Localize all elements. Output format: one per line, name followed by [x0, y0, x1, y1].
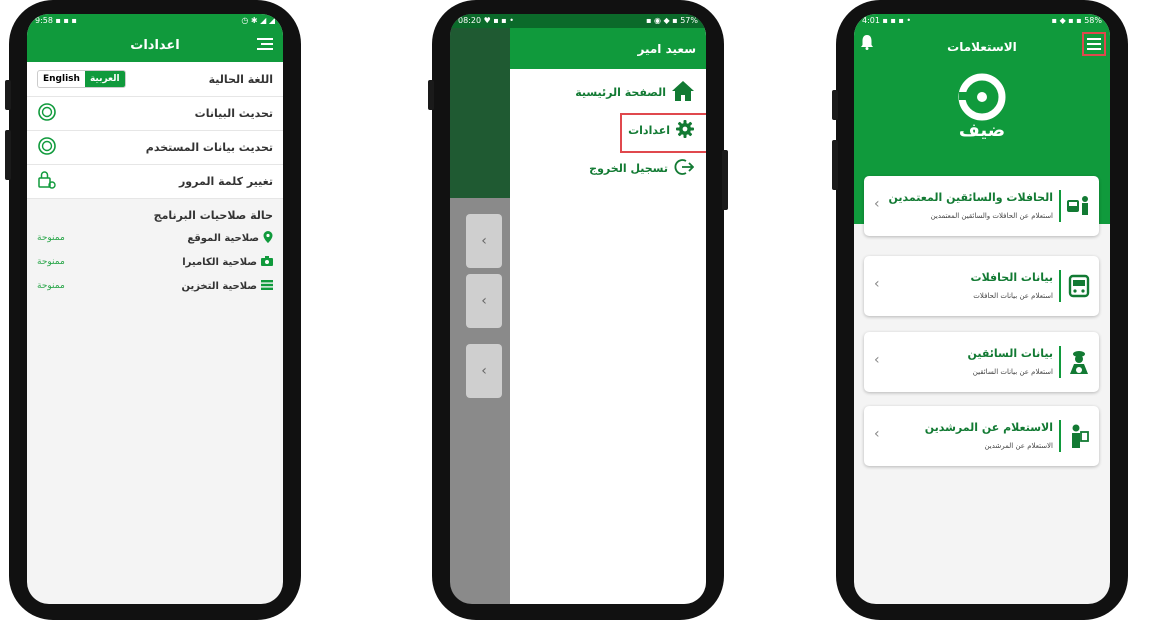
- sync-icon: [37, 102, 57, 125]
- bus-driver-icon: [1067, 192, 1091, 220]
- logo-text: ضيف: [958, 120, 1006, 141]
- background-card: ‹: [466, 344, 502, 398]
- settings-row-label: تحديث البيانات: [194, 107, 273, 120]
- status-bar: 9:58 ▪ ▪ ▪ ◷ ✱ ◢ ◢: [27, 14, 283, 28]
- card-subtitle: استعلام عن بيانات الحافلات: [973, 292, 1053, 300]
- nav-drawer: سعيد امير الصفحة الرئيسية اعدادات تسجيل …: [510, 28, 706, 604]
- drawer-item-label: تسجيل الخروج: [589, 161, 668, 175]
- settings-row-change-password[interactable]: تغيير كلمة المرور: [27, 165, 283, 199]
- app-logo: ضيف: [854, 72, 1110, 141]
- user-name: سعيد امير: [637, 41, 697, 56]
- settings-row-sync-user[interactable]: تحديث بيانات المستخدم: [27, 131, 283, 165]
- card-title: بيانات الحافلات: [970, 271, 1053, 284]
- location-pin-icon: [263, 230, 273, 246]
- chevron-left-icon: ‹: [874, 426, 880, 442]
- language-toggle[interactable]: English العربية: [37, 70, 126, 88]
- card-title: بيانات السائقين: [967, 347, 1053, 360]
- permission-label: صلاحية الموقع: [187, 232, 259, 244]
- drawer-screen: 08:20 ♥ ▪ ▪ • ▪ ◉ ◆ ▪ 57% ‹ ‹ ‹ سعيد امي…: [450, 14, 706, 604]
- background-card: ‹: [466, 274, 502, 328]
- phone-settings: 9:58 ▪ ▪ ▪ ◷ ✱ ◢ ◢ اعدادات English العرب…: [5, 0, 301, 620]
- phone-inquiries: 4:01 ▪ ▪ ▪ • ▪ ◆ ▪ ▪ 58% الاستعلامات ضيف…: [832, 0, 1128, 620]
- lock-refresh-icon: [37, 170, 57, 193]
- card-title: الحافلات والسائقين المعتمدين: [888, 191, 1053, 204]
- card-subtitle: الاستعلام عن المرشدين: [984, 442, 1053, 450]
- settings-header: 9:58 ▪ ▪ ▪ ◷ ✱ ◢ ◢ اعدادات: [27, 14, 283, 62]
- card-subtitle: استعلام عن الحافلات والسائقين المعتمدين: [930, 212, 1053, 220]
- inquiry-card-approved[interactable]: الحافلات والسائقين المعتمدين استعلام عن …: [864, 176, 1099, 236]
- page-title: اعدادات: [130, 37, 180, 53]
- status-bar: 4:01 ▪ ▪ ▪ • ▪ ◆ ▪ ▪ 58%: [854, 14, 1110, 28]
- home-icon: [672, 80, 694, 104]
- current-language-label: اللغة الحالية: [208, 72, 273, 86]
- permission-status: ممنوحة: [37, 257, 65, 267]
- permission-status: ممنوحة: [37, 233, 65, 243]
- drawer-item-home[interactable]: الصفحة الرئيسية: [510, 73, 706, 111]
- menu-icon[interactable]: [257, 37, 273, 55]
- permission-row-storage: ممنوحة صلاحية التخزين: [27, 274, 283, 298]
- drawer-item-logout[interactable]: تسجيل الخروج: [510, 149, 706, 187]
- driver-icon: [1067, 348, 1091, 376]
- status-right: ▪ ◆ ▪ ▪ 58%: [1051, 16, 1102, 25]
- language-row: English العربية اللغة الحالية: [27, 62, 283, 97]
- permission-label: صلاحية الكاميرا: [182, 256, 257, 268]
- settings-row-sync-data[interactable]: تحديث البيانات: [27, 97, 283, 131]
- status-left: 08:20 ♥ ▪ ▪ •: [458, 16, 514, 25]
- status-right: ▪ ◉ ◆ ▪ 57%: [646, 16, 698, 25]
- logout-icon: [674, 158, 695, 179]
- status-bar: 08:20 ♥ ▪ ▪ • ▪ ◉ ◆ ▪ 57%: [450, 14, 706, 28]
- logo-mark: [958, 73, 1006, 121]
- inquiry-card-drivers[interactable]: بيانات السائقين استعلام عن بيانات السائق…: [864, 332, 1099, 392]
- chevron-left-icon: ‹: [874, 352, 880, 368]
- guide-icon: [1067, 422, 1091, 450]
- drawer-item-label: الصفحة الرئيسية: [575, 85, 666, 99]
- permission-status: ممنوحة: [37, 281, 65, 291]
- camera-icon: [261, 255, 273, 269]
- status-left: 4:01 ▪ ▪ ▪ •: [862, 16, 912, 25]
- permission-row-location: ممنوحة صلاحية الموقع: [27, 226, 283, 250]
- card-title: الاستعلام عن المرشدين: [924, 421, 1053, 434]
- status-left: 9:58 ▪ ▪ ▪: [35, 16, 77, 25]
- permissions-title: حالة صلاحيات البرنامج: [153, 209, 273, 222]
- background-card: ‹: [466, 214, 502, 268]
- status-right: ◷ ✱ ◢ ◢: [241, 16, 275, 25]
- lang-option-arabic[interactable]: العربية: [84, 71, 125, 87]
- inquiries-screen: 4:01 ▪ ▪ ▪ • ▪ ◆ ▪ ▪ 58% الاستعلامات ضيف…: [854, 14, 1110, 604]
- lang-option-english[interactable]: English: [38, 71, 85, 87]
- inquiry-card-buses[interactable]: بيانات الحافلات استعلام عن بيانات الحافل…: [864, 256, 1099, 316]
- settings-row-label: تغيير كلمة المرور: [178, 175, 273, 188]
- storage-icon: [261, 279, 273, 293]
- phone-drawer: 08:20 ♥ ▪ ▪ • ▪ ◉ ◆ ▪ 57% ‹ ‹ ‹ سعيد امي…: [428, 0, 728, 620]
- permission-row-camera: ممنوحة صلاحية الكاميرا: [27, 250, 283, 274]
- drawer-header: سعيد امير: [510, 28, 706, 69]
- chevron-left-icon: ‹: [874, 196, 880, 212]
- settings-row-label: تحديث بيانات المستخدم: [145, 141, 273, 154]
- bus-icon: [1067, 272, 1091, 300]
- bell-icon[interactable]: [860, 34, 874, 53]
- highlight-box: [620, 113, 706, 153]
- sync-icon: [37, 136, 57, 159]
- menu-icon[interactable]: [1082, 32, 1106, 56]
- permission-label: صلاحية التخزين: [181, 280, 257, 292]
- page-title: الاستعلامات: [947, 40, 1017, 54]
- card-subtitle: استعلام عن بيانات السائقين: [972, 368, 1053, 376]
- inquiry-card-guides[interactable]: الاستعلام عن المرشدين الاستعلام عن المرش…: [864, 406, 1099, 466]
- settings-screen: 9:58 ▪ ▪ ▪ ◷ ✱ ◢ ◢ اعدادات English العرب…: [27, 14, 283, 604]
- chevron-left-icon: ‹: [874, 276, 880, 292]
